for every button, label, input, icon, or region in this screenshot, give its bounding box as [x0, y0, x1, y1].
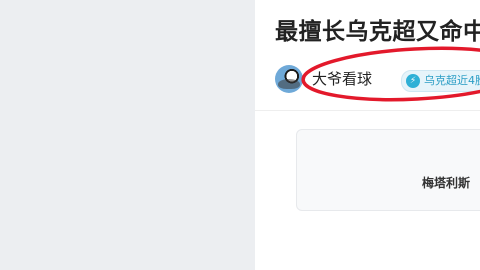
page: 最擅长乌克超又命中 大爷看球 ⚡ 乌克超近4胜率 梅塔利斯 — [0, 0, 480, 270]
hit-rate-tag[interactable]: ⚡ 乌克超近4胜率 — [401, 70, 480, 92]
article-title[interactable]: 最擅长乌克超又命中 — [275, 12, 480, 52]
match-card[interactable]: 梅塔利斯 — [296, 129, 480, 211]
article-panel: 最擅长乌克超又命中 大爷看球 ⚡ 乌克超近4胜率 梅塔利斯 — [255, 0, 480, 270]
match-card-team: 梅塔利斯 — [422, 176, 471, 190]
header-divider — [255, 110, 480, 111]
football-avatar-icon[interactable] — [275, 65, 303, 93]
lightning-icon: ⚡ — [406, 74, 420, 88]
author-name[interactable]: 大爷看球 — [312, 68, 372, 90]
left-gutter — [0, 0, 255, 270]
hit-rate-tag-label: 乌克超近4胜率 — [424, 74, 480, 87]
